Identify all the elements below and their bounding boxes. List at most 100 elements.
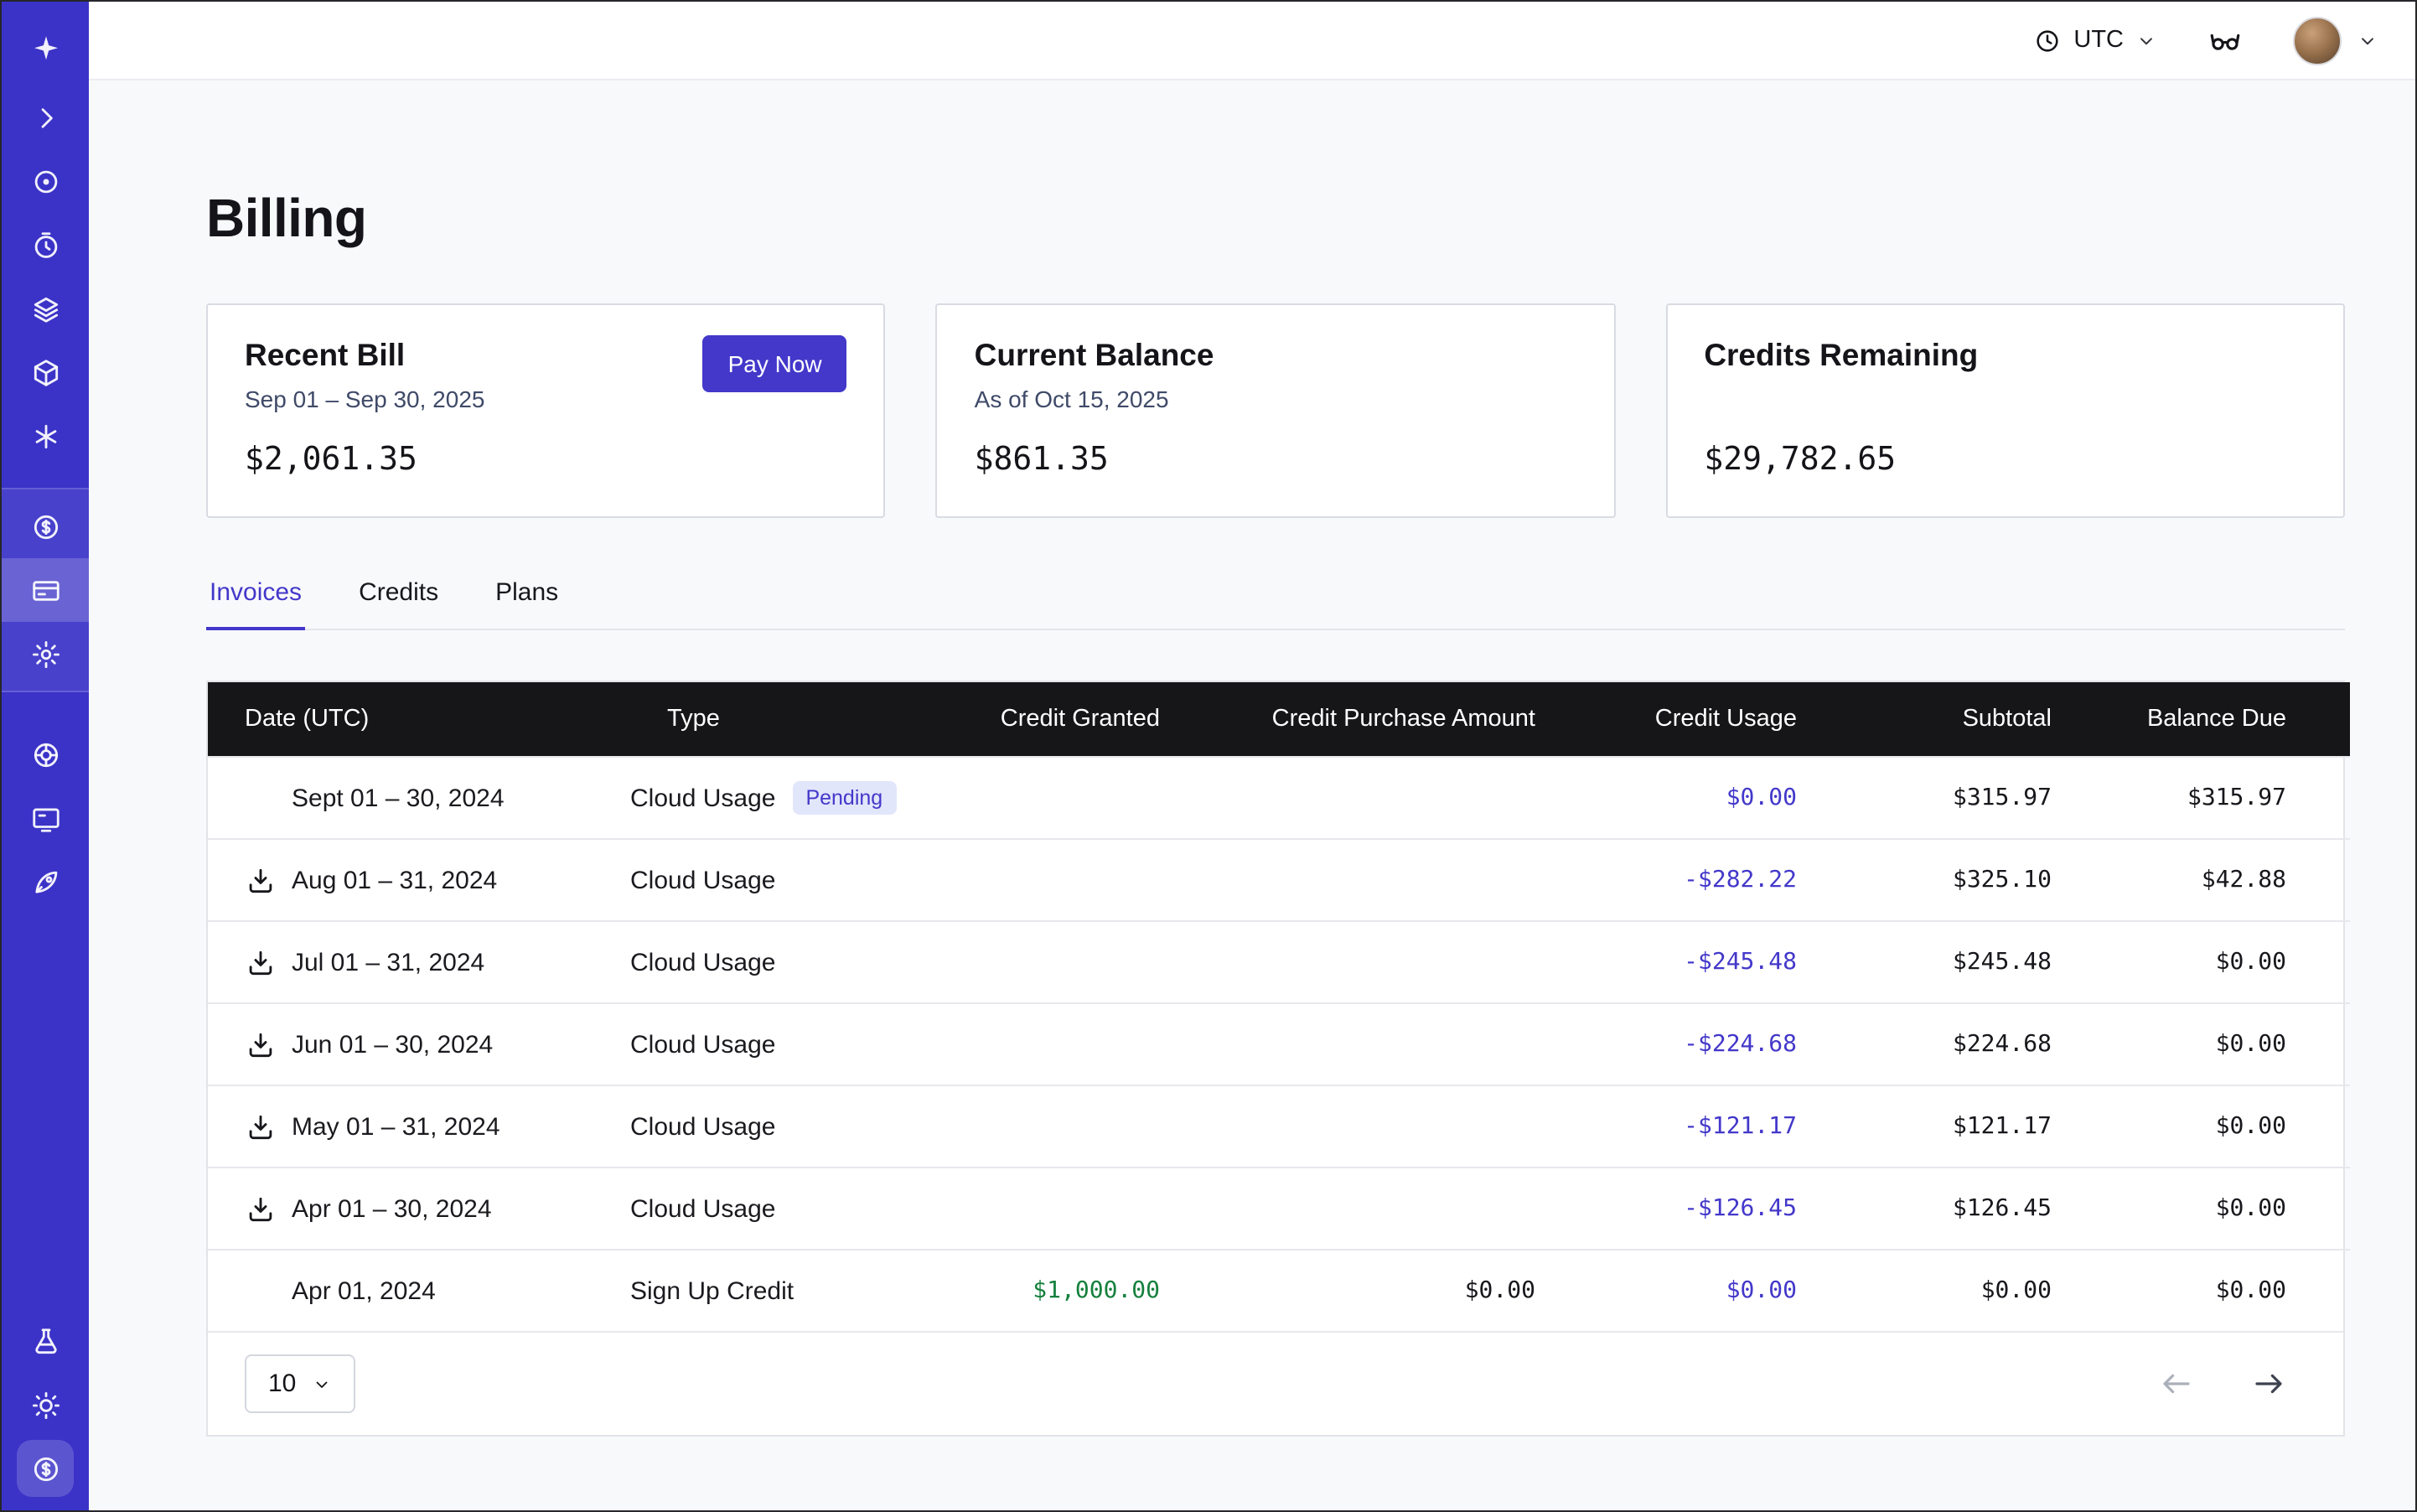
clock-icon <box>2033 26 2062 54</box>
timezone-label: UTC <box>2073 27 2124 54</box>
invoice-row: Jul 01 – 31, 2024Cloud Usage-$245.48$245… <box>208 921 2350 1003</box>
sidebar-spacer <box>2 914 89 1309</box>
subtotal-cell: $315.97 <box>1837 757 2092 839</box>
sidebar-item-monitor[interactable] <box>2 786 89 850</box>
next-page-button[interactable] <box>2251 1366 2286 1401</box>
current-balance-amount: $861.35 <box>975 441 1577 478</box>
sidebar-item-circle-dollar-badge[interactable] <box>2 1437 89 1500</box>
sidebar-item-chevron-right[interactable] <box>2 85 89 149</box>
card-title: Credits Remaining <box>1704 337 2306 374</box>
invoice-type-cell: Cloud Usage <box>630 1003 945 1085</box>
monitor-icon <box>29 802 61 834</box>
balance-due-cell: $0.00 <box>2092 921 2350 1003</box>
subtotal-cell: $245.48 <box>1837 921 2092 1003</box>
dollar-badge-tile <box>17 1440 74 1497</box>
credits-remaining-card: Credits Remaining $29,782.65 <box>1665 303 2345 518</box>
credits-remaining-amount: $29,782.65 <box>1704 441 2306 478</box>
page-size-select[interactable]: 10 <box>245 1354 355 1413</box>
invoice-row: Sept 01 – 30, 2024 Cloud UsagePending $0.0… <box>208 757 2350 839</box>
page-title: Billing <box>206 188 2345 250</box>
sidebar-item-gear[interactable] <box>2 622 89 686</box>
sidebar-item-layers[interactable] <box>2 277 89 340</box>
table-header: Date (UTC) Type Credit Granted Credit Pu… <box>208 682 2350 757</box>
sidebar-item-flask[interactable] <box>2 1309 89 1373</box>
sidebar-group-top <box>2 12 89 468</box>
download-invoice-icon[interactable] <box>245 946 277 978</box>
sidebar-item-lifebuoy[interactable] <box>2 722 89 786</box>
summary-cards: Recent Bill Sep 01 – Sep 30, 2025 $2,061… <box>206 303 2345 518</box>
pagination-controls <box>2159 1366 2306 1401</box>
tab-invoices[interactable]: Invoices <box>206 578 305 630</box>
sidebar-group-help <box>2 722 89 914</box>
download-invoice-icon[interactable] <box>245 1193 277 1225</box>
pay-now-button[interactable]: Pay Now <box>703 335 847 392</box>
credit-granted-cell <box>945 757 1200 839</box>
credit-granted-cell <box>945 1168 1200 1250</box>
flask-icon <box>29 1325 61 1357</box>
credit-granted-cell <box>945 1003 1200 1085</box>
glasses-icon[interactable] <box>2207 23 2243 58</box>
sidebar-item-asterisk[interactable] <box>2 404 89 468</box>
gear-icon <box>29 638 61 670</box>
subtotal-cell: $224.68 <box>1837 1003 2092 1085</box>
credit-usage-cell: $0.00 <box>1576 757 1837 839</box>
invoice-type: Sign Up Credit <box>630 1276 794 1305</box>
credit-purchase-amount-cell <box>1200 1168 1576 1250</box>
download-invoice-icon[interactable] <box>245 1028 277 1060</box>
invoice-date: Sept 01 – 30, 2024 <box>292 784 505 812</box>
sidebar-item-timer[interactable] <box>2 213 89 277</box>
timezone-selector[interactable]: UTC <box>2033 26 2157 54</box>
card-title: Current Balance <box>975 337 1577 374</box>
circle-dollar-badge-icon <box>29 1452 61 1484</box>
invoice-date-cell: Apr 01 – 30, 2024 <box>208 1168 630 1250</box>
download-invoice-icon[interactable] <box>245 1111 277 1142</box>
invoice-type: Cloud Usage <box>630 1194 775 1223</box>
invoice-type-cell: Cloud UsagePending <box>630 757 945 839</box>
invoice-row: Apr 01 – 30, 2024Cloud Usage -$126.45$126… <box>208 1168 2350 1250</box>
user-menu[interactable] <box>2293 16 2378 65</box>
sidebar-item-sun[interactable] <box>2 1373 89 1437</box>
column-header-credit-usage: Credit Usage <box>1576 682 1837 757</box>
previous-page-button[interactable] <box>2159 1366 2194 1401</box>
invoice-type-cell: Cloud Usage <box>630 1168 945 1250</box>
sidebar-item-credit-card[interactable] <box>2 558 89 622</box>
subtotal-cell: $325.10 <box>1837 839 2092 921</box>
sidebar-item-target[interactable] <box>2 149 89 213</box>
invoice-row: May 01 – 31, 2024Cloud Usage-$121.17$121… <box>208 1085 2350 1168</box>
sidebar-item-circle-dollar[interactable] <box>2 495 89 558</box>
cube-icon <box>29 356 61 388</box>
sidebar-group-account <box>2 488 89 692</box>
subtotal-cell: $126.45 <box>1837 1168 2092 1250</box>
column-header-date: Date (UTC) <box>208 682 630 757</box>
invoice-type-cell: Cloud Usage <box>630 921 945 1003</box>
credit-card-icon <box>29 574 61 606</box>
invoice-type: Cloud Usage <box>630 866 775 894</box>
recent-bill-card: Recent Bill Sep 01 – Sep 30, 2025 $2,061… <box>206 303 886 518</box>
invoice-type: Cloud Usage <box>630 1112 775 1141</box>
credit-usage-cell: -$282.22 <box>1576 839 1837 921</box>
credit-purchase-amount-cell <box>1200 1085 1576 1168</box>
balance-due-cell: $0.00 <box>2092 1003 2350 1085</box>
sidebar-item-rocket[interactable] <box>2 850 89 914</box>
sidebar-item-cube[interactable] <box>2 340 89 404</box>
tab-plans[interactable]: Plans <box>492 578 562 629</box>
invoice-type: Cloud Usage <box>630 948 775 976</box>
invoice-date: May 01 – 31, 2024 <box>292 1112 500 1141</box>
tab-credits[interactable]: Credits <box>355 578 442 629</box>
sidebar-item-sparkle-logo[interactable] <box>2 12 89 85</box>
download-invoice-icon[interactable] <box>245 864 277 896</box>
credit-usage-cell: -$126.45 <box>1576 1168 1837 1250</box>
invoice-row: Aug 01 – 31, 2024Cloud Usage-$282.22$325… <box>208 839 2350 921</box>
invoice-date-cell: Apr 01, 2024 <box>208 1250 630 1331</box>
invoice-date-cell: Sept 01 – 30, 2024 <box>208 757 630 839</box>
invoice-date: Jun 01 – 30, 2024 <box>292 1030 493 1059</box>
column-header-credit-purchase-amount: Credit Purchase Amount <box>1200 682 1576 757</box>
balance-due-cell: $0.00 <box>2092 1250 2350 1331</box>
avatar[interactable] <box>2293 16 2342 65</box>
download-icon-placeholder <box>245 782 277 814</box>
invoice-date: Jul 01 – 31, 2024 <box>292 948 484 976</box>
credit-purchase-amount-cell <box>1200 839 1576 921</box>
recent-bill-amount: $2,061.35 <box>245 441 847 478</box>
balance-due-cell: $42.88 <box>2092 839 2350 921</box>
sun-icon <box>29 1389 61 1421</box>
